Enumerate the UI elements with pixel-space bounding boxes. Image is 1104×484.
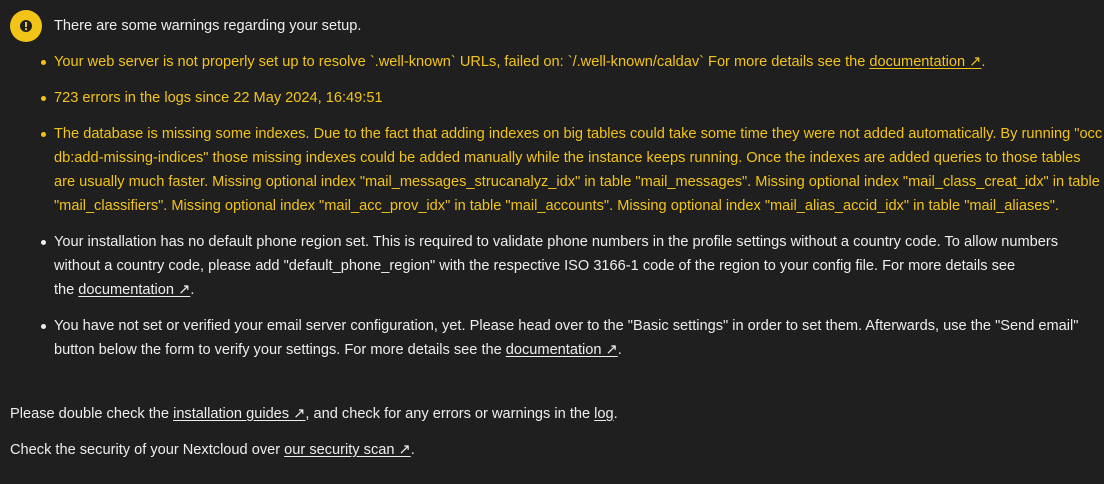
install-guides-note: Please double check the installation gui… [10,402,618,426]
documentation-link[interactable]: documentation ↗ [506,342,618,358]
issue-log-errors: 723 errors in the logs since 22 May 2024… [0,86,1104,110]
footer-text: Check the security of your Nextcloud ove… [10,442,285,458]
issue-email-config: You have not set or verified your email … [0,314,1104,362]
log-link[interactable]: log [594,406,613,422]
issues-list: Your web server is not properly set up t… [0,50,1104,374]
documentation-link[interactable]: documentation ↗ [869,54,981,70]
footer-text: Please double check the [10,406,174,422]
footer-text: . [613,406,618,422]
issue-punctuation: . [981,54,986,70]
footer-text: . [410,442,415,458]
bullet-icon [41,60,46,65]
issue-text: Your web server is not properly set up t… [54,54,866,70]
warning-icon [10,10,42,42]
issue-text: Your installation has no default phone r… [54,234,1059,298]
bullet-icon [41,240,46,245]
security-scan-note: Check the security of your Nextcloud ove… [10,438,415,462]
bullet-icon [41,132,46,137]
issue-well-known-urls: Your web server is not properly set up t… [0,50,1104,74]
issue-punctuation: . [190,282,195,298]
warnings-header: There are some warnings regarding your s… [10,10,361,42]
issue-missing-indexes: The database is missing some indexes. Du… [0,122,1104,218]
installation-guides-link[interactable]: installation guides ↗ [173,406,305,422]
issue-text: The database is missing some indexes. Du… [54,126,1103,214]
issue-text: 723 errors in the logs since 22 May 2024… [54,90,383,106]
security-scan-link[interactable]: our security scan ↗ [284,442,411,458]
issue-phone-region: Your installation has no default phone r… [0,230,1104,302]
footer-text: , and check for any errors or warnings i… [305,406,595,422]
issue-punctuation: . [617,342,622,358]
warnings-header-text: There are some warnings regarding your s… [54,18,362,34]
bullet-icon [41,96,46,101]
bullet-icon [41,324,46,329]
documentation-link[interactable]: documentation ↗ [78,282,190,298]
